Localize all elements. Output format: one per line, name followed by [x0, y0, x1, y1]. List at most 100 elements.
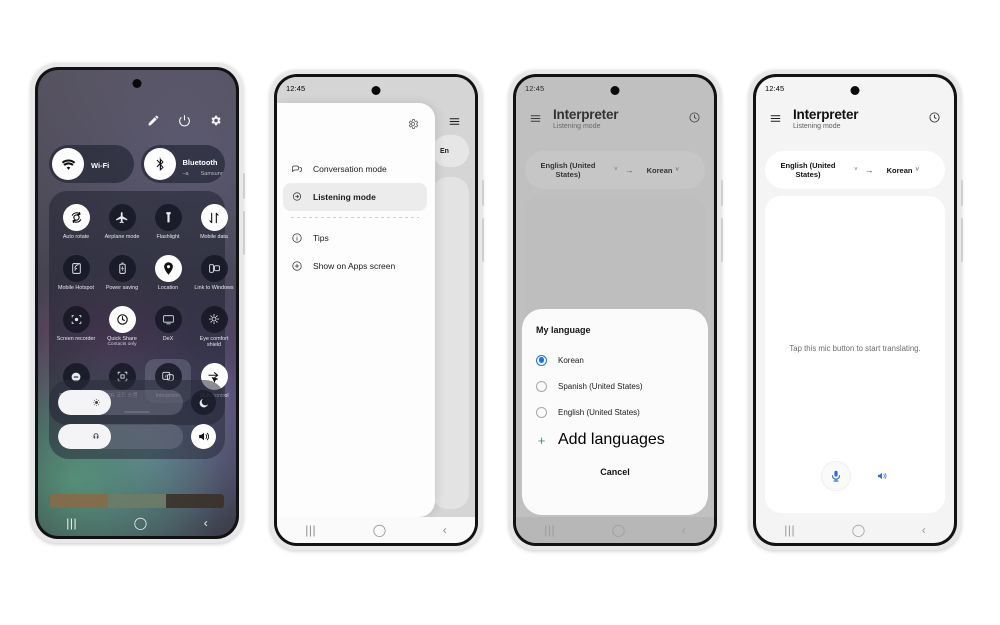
volume-slider-row: [58, 424, 216, 449]
volume-button[interactable]: [243, 173, 245, 199]
tile-airplane-mode[interactable]: Airplane mode: [99, 200, 145, 244]
bluetooth-sub-left: –a: [182, 170, 189, 177]
brightness-slider-row: [58, 390, 216, 415]
tile-location[interactable]: Location: [145, 251, 191, 295]
quick-share-icon: [108, 305, 136, 333]
radio-button[interactable]: [536, 406, 547, 418]
language-bar-partial[interactable]: En: [432, 135, 469, 167]
option-label: English (United States): [558, 407, 640, 417]
option-label: Korean: [558, 355, 584, 365]
volume-button[interactable]: [961, 180, 963, 206]
volume-button[interactable]: [482, 180, 484, 206]
back-button[interactable]: ‹: [443, 524, 447, 536]
media-volume-icon: [93, 432, 98, 439]
microphone-button[interactable]: [820, 461, 851, 491]
language-option-spanish[interactable]: Spanish (United States): [536, 373, 694, 399]
front-camera: [610, 86, 620, 95]
power-side-button[interactable]: [243, 211, 245, 255]
my-language-dialog: My language Korean Spanish (United State…: [522, 309, 708, 515]
menu-item-listening-mode[interactable]: Listening mode: [283, 183, 427, 211]
recents-button[interactable]: |||: [66, 517, 77, 529]
power-side-button[interactable]: [482, 218, 484, 262]
tile-eye-comfort-shield[interactable]: Eye comfort shield: [191, 302, 236, 353]
chevron-down-icon: ˅: [915, 167, 919, 173]
mobile-data-icon: [200, 204, 228, 231]
back-button[interactable]: ‹: [922, 524, 926, 536]
tile-label: Link to Windows: [194, 284, 234, 291]
front-camera: [371, 86, 381, 95]
tile-sublabel: Contacts only: [107, 342, 137, 348]
tile-label: Location: [157, 284, 179, 291]
flashlight-icon: [154, 204, 182, 231]
menu-drawer: Conversation mode Listening mode Tips Sh…: [277, 103, 435, 517]
mic-hint-text: Tap this mic button to start translating…: [789, 344, 921, 353]
conversation-mode-icon: [291, 163, 303, 175]
power-side-button[interactable]: [961, 218, 963, 262]
source-language[interactable]: English (United States): [775, 161, 841, 180]
power-side-button[interactable]: [721, 218, 723, 262]
gear-icon[interactable]: [407, 117, 419, 129]
volume-slider[interactable]: [58, 424, 183, 449]
power-icon[interactable]: [178, 114, 191, 127]
pencil-icon[interactable]: [147, 114, 160, 127]
back-button[interactable]: ‹: [204, 517, 208, 529]
home-button[interactable]: ◯: [852, 524, 865, 536]
interpreter-menu-screen: 12:45 En Conversation mode Listening mod…: [277, 77, 475, 543]
location-pin-icon: [154, 254, 182, 282]
front-camera: [132, 79, 142, 88]
speaker-icon[interactable]: [191, 424, 216, 449]
bluetooth-tile[interactable]: Bluetooth –a Samsung: [140, 145, 225, 183]
cancel-button[interactable]: Cancel: [536, 467, 694, 477]
chevron-down-icon[interactable]: ˅: [854, 167, 858, 173]
recents-button[interactable]: |||: [784, 524, 795, 536]
gear-icon[interactable]: [209, 114, 222, 127]
wallpaper-strip: [50, 494, 224, 508]
tile-power-saving[interactable]: Power saving: [99, 251, 145, 295]
dex-icon: [154, 305, 182, 333]
tile-auto-rotate[interactable]: Auto rotate: [53, 200, 99, 244]
moon-icon[interactable]: [191, 390, 216, 415]
quick-settings-connectivity-pills: Wi-Fi Bluetooth –a Samsung: [49, 145, 225, 183]
tile-dex[interactable]: DeX: [145, 302, 191, 353]
menu-item-show-on-apps-screen[interactable]: Show on Apps screen: [283, 252, 427, 280]
home-button[interactable]: ◯: [373, 524, 386, 536]
clock-history-icon[interactable]: [928, 111, 941, 124]
tile-mobile-data[interactable]: Mobile data: [191, 200, 236, 244]
menu-item-conversation-mode[interactable]: Conversation mode: [283, 155, 427, 183]
target-language-group[interactable]: Korean ˅: [887, 166, 919, 175]
listening-mode-icon: [291, 191, 303, 203]
svg-text:A: A: [165, 373, 169, 378]
menu-items: Conversation mode Listening mode Tips Sh…: [283, 155, 427, 280]
interpreter-controls: [765, 461, 945, 491]
language-swap-indicator: ˅ →: [854, 165, 874, 175]
language-option-korean[interactable]: Korean: [536, 347, 694, 373]
wifi-label: Wi-Fi: [91, 161, 110, 170]
wifi-tile[interactable]: Wi-Fi: [49, 145, 134, 183]
tile-screen-recorder[interactable]: Screen recorder: [53, 302, 99, 353]
tile-label: Auto rotate: [62, 234, 90, 240]
add-languages-row[interactable]: + Add languages: [536, 427, 694, 453]
volume-button[interactable]: [721, 180, 723, 206]
hamburger-icon[interactable]: [769, 112, 782, 130]
phone-bezel: Wi-Fi Bluetooth –a Samsung Auto rotate A…: [35, 67, 239, 539]
speaker-button[interactable]: [875, 469, 890, 484]
tile-quick-share[interactable]: Quick Share Contacts only: [99, 302, 145, 353]
tile-flashlight[interactable]: Flashlight: [145, 200, 191, 244]
volume-slider-fill: [58, 424, 111, 449]
brightness-slider[interactable]: [58, 390, 183, 415]
recents-button[interactable]: |||: [305, 524, 316, 536]
navigation-bar: ||| ◯ ‹: [38, 510, 236, 536]
tile-mobile-hotspot[interactable]: Mobile Hotspot: [53, 251, 99, 295]
radio-button[interactable]: [536, 354, 547, 366]
plus-circle-icon: [291, 260, 303, 272]
radio-button[interactable]: [536, 380, 547, 392]
menu-item-tips[interactable]: Tips: [283, 224, 427, 252]
screenshot-stage: Wi-Fi Bluetooth –a Samsung Auto rotate A…: [0, 0, 1000, 625]
hotspot-icon: [62, 254, 90, 282]
home-button[interactable]: ◯: [134, 517, 147, 529]
tile-link-to-windows[interactable]: Link to Windows: [191, 251, 236, 295]
hamburger-icon[interactable]: [448, 115, 461, 133]
tile-label: Eye comfort shield: [199, 335, 229, 349]
page-subtitle: Listening mode: [793, 123, 841, 130]
language-option-english[interactable]: English (United States): [536, 399, 694, 425]
